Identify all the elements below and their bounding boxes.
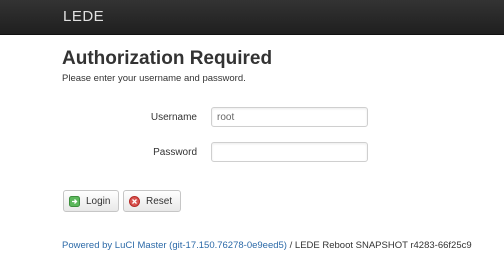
reset-button-label: Reset (146, 195, 173, 207)
footer-separator: / (286, 240, 295, 251)
luci-link[interactable]: Powered by LuCI Master (git-17.150.76278… (62, 240, 287, 251)
password-label: Password (153, 147, 197, 158)
page-subtitle: Please enter your username and password. (62, 73, 246, 84)
login-button-label: Login (86, 195, 111, 207)
password-input[interactable] (211, 142, 368, 162)
brand-logo[interactable]: LEDE (63, 8, 104, 25)
reset-icon (129, 195, 140, 207)
username-input[interactable] (211, 107, 368, 127)
username-label: Username (150, 112, 197, 123)
page-title: Authorization Required (62, 48, 273, 69)
footer-version: LEDE Reboot SNAPSHOT r4283-66f25c9 (294, 240, 472, 251)
footer: Powered by LuCI Master (git-17.150.76278… (62, 240, 472, 251)
reset-button[interactable]: Reset (123, 190, 181, 212)
login-button[interactable]: Login (63, 190, 119, 212)
top-header-bar: LEDE (0, 0, 504, 35)
login-icon (69, 195, 80, 207)
